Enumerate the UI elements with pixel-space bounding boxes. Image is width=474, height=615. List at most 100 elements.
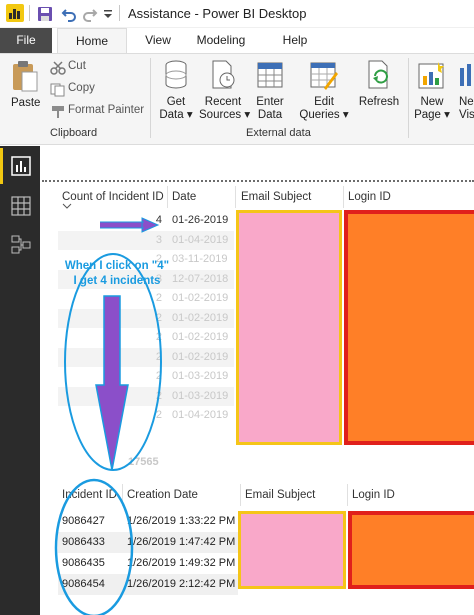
count-cell[interactable]: 2 — [142, 390, 162, 402]
enter-data-label: Enter Data — [252, 96, 288, 122]
count-cell[interactable]: 2 — [142, 370, 162, 382]
data-view-button[interactable] — [0, 188, 40, 224]
clipboard-group-label: Clipboard — [50, 127, 98, 139]
recent-sources-icon — [211, 60, 237, 94]
recent-sources-label: Recent Sources ▾ — [199, 96, 251, 121]
count-cell[interactable]: 2 — [142, 351, 162, 363]
column-header-login-id-2[interactable]: Login ID — [352, 489, 395, 501]
count-cell[interactable]: 2 — [142, 312, 162, 324]
tab-modeling[interactable]: Modeling — [190, 28, 252, 53]
cut-label: Cut — [68, 60, 86, 72]
recent-sources-label-line2: Sources — [199, 109, 242, 121]
date-cell: 01-26-2019 — [172, 214, 229, 226]
visual-selection-border — [42, 180, 474, 182]
annotation-line1: When I click on "4" — [64, 260, 170, 272]
column-divider — [240, 484, 241, 506]
toolbar-separator — [29, 5, 30, 21]
table-grid-icon — [257, 62, 283, 92]
refresh-label: Refresh — [358, 96, 400, 108]
column-header-creation-date[interactable]: Creation Date — [127, 489, 198, 501]
column-header-count[interactable]: Count of Incident ID — [62, 191, 164, 203]
refresh-button[interactable]: Refresh — [356, 58, 402, 122]
power-bi-logo-icon — [6, 4, 24, 22]
creation-date-cell: 1/26/2019 1:33:22 PM — [127, 515, 236, 527]
new-page-label-line2: Page — [414, 109, 441, 121]
column-header-date[interactable]: Date — [172, 191, 196, 203]
redacted-email-subject-block — [236, 210, 342, 445]
title-bar: Assistance - Power BI Desktop — [0, 0, 474, 28]
date-cell: 01-02-2019 — [172, 311, 229, 324]
date-cell: 03-11-2019 — [172, 253, 228, 265]
redo-icon[interactable] — [81, 4, 99, 24]
column-divider — [343, 186, 344, 208]
group-separator-2 — [408, 58, 409, 138]
new-visual-label: Ne Vis — [459, 96, 474, 122]
incident-id-cell: 9086454 — [62, 578, 105, 590]
refresh-icon — [367, 60, 393, 94]
group-separator — [150, 58, 151, 138]
recent-sources-button[interactable]: Recent Sources ▾ — [199, 58, 251, 122]
format-painter-button[interactable]: Format Painter — [50, 103, 146, 121]
tab-home[interactable]: Home — [57, 28, 127, 54]
model-view-relationships-icon — [11, 235, 31, 254]
count-cell[interactable]: 2 — [142, 409, 162, 421]
data-view-table-icon — [11, 196, 31, 216]
paste-button[interactable]: Paste — [6, 58, 44, 118]
tab-help[interactable]: Help — [276, 28, 314, 53]
enter-data-button[interactable]: Enter Data — [252, 58, 288, 122]
tab-view[interactable]: View — [138, 28, 178, 53]
get-data-button[interactable]: Get Data ▾ — [156, 58, 196, 122]
creation-date-cell: 1/26/2019 2:12:42 PM — [127, 578, 236, 590]
save-icon[interactable] — [35, 4, 55, 24]
enter-data-label-line2: Data — [257, 109, 283, 121]
new-visual-label-line2: Vis — [459, 109, 474, 121]
creation-date-cell: 1/26/2019 1:47:42 PM — [127, 536, 236, 548]
count-cell[interactable]: 4 — [142, 214, 162, 226]
undo-icon[interactable] — [59, 4, 79, 24]
format-painter-icon — [50, 104, 66, 123]
paste-icon — [12, 60, 38, 96]
column-divider — [235, 186, 236, 208]
power-bi-window: Assistance - Power BI Desktop File Home … — [0, 0, 474, 615]
customize-toolbar-chevron-icon[interactable] — [101, 4, 115, 24]
edit-queries-button[interactable]: Edit Queries ▾ — [298, 58, 350, 122]
date-cell: 01-04-2019 — [172, 233, 229, 246]
model-view-button[interactable] — [0, 226, 40, 262]
redacted-login-id-block — [344, 210, 474, 445]
date-cell: 01-02-2019 — [172, 331, 229, 343]
column-header-email-subject-2[interactable]: Email Subject — [245, 489, 315, 501]
date-cell: 01-03-2019 — [172, 370, 229, 382]
column-header-email-subject[interactable]: Email Subject — [241, 191, 311, 203]
date-cell: 01-03-2019 — [172, 389, 229, 402]
report-view-button[interactable] — [0, 148, 40, 184]
title-separator — [119, 5, 120, 21]
enter-data-label-line1: Enter — [256, 96, 284, 108]
edit-queries-icon — [310, 62, 338, 94]
creation-date-cell: 1/26/2019 1:49:32 PM — [127, 557, 236, 569]
new-page-button[interactable]: New Page ▾ — [412, 58, 452, 122]
ribbon-tabs: File Home View Modeling Help — [0, 28, 474, 54]
get-data-label: Get Data ▾ — [159, 96, 193, 121]
column-header-incident-id[interactable]: Incident ID — [62, 489, 117, 501]
view-switcher — [0, 146, 40, 615]
ribbon-home: Paste Cut Copy Format Painter Clipboard — [0, 53, 474, 145]
incident-id-cell: 9086433 — [62, 536, 105, 548]
count-cell[interactable]: 2 — [142, 292, 162, 304]
cut-button[interactable]: Cut — [50, 59, 110, 77]
incident-id-cell: 9086435 — [62, 557, 105, 569]
copy-button[interactable]: Copy — [50, 81, 110, 99]
edit-queries-label-line1: Edit — [314, 96, 334, 108]
redacted-login-id-block-2 — [348, 511, 474, 589]
new-visual-button[interactable]: Ne Vis — [455, 58, 474, 122]
sort-descending-icon[interactable] — [62, 203, 72, 209]
report-view-icon — [11, 156, 31, 176]
new-visual-label-line1: Ne — [459, 96, 474, 108]
tab-file[interactable]: File — [0, 28, 52, 53]
annotation-line2: I get 4 incidents — [73, 275, 161, 287]
count-cell[interactable]: 2 — [142, 331, 162, 343]
format-painter-label: Format Painter — [68, 104, 145, 116]
redacted-email-subject-block-2 — [238, 511, 346, 589]
scissors-icon — [50, 60, 66, 79]
column-header-login-id[interactable]: Login ID — [348, 191, 391, 203]
count-cell[interactable]: 3 — [142, 234, 162, 246]
